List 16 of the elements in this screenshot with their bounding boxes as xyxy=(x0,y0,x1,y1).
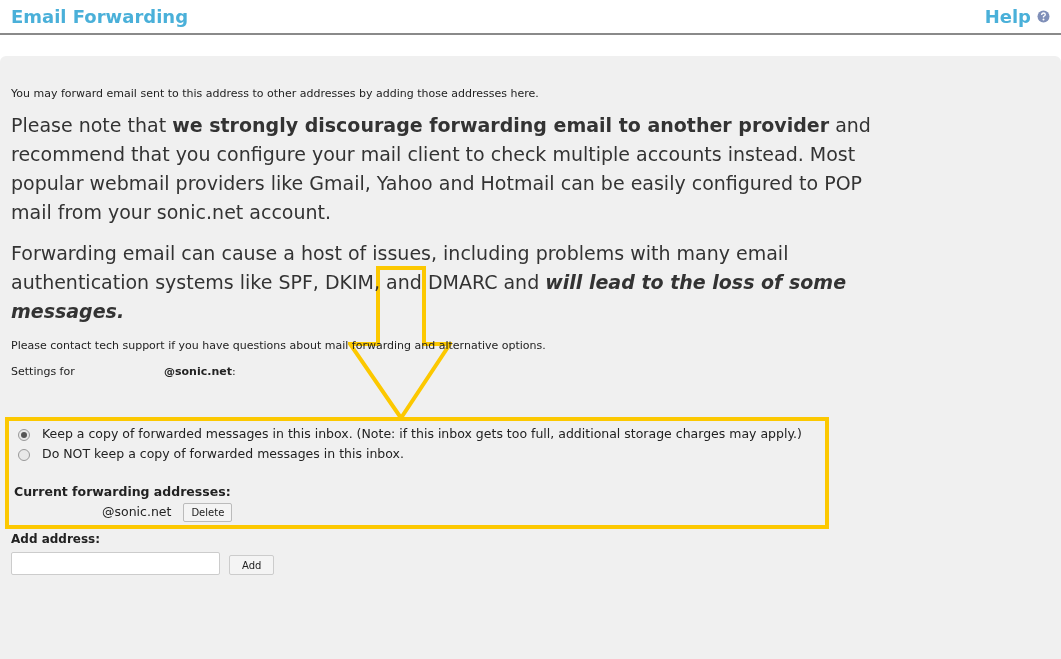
settings-label: Settings for xyxy=(11,364,76,380)
address-input[interactable] xyxy=(11,551,220,575)
radio-label: Do NOT keep a copy of forwarded messages in this inbox. xyxy=(42,445,404,464)
delete-button[interactable]: Delete xyxy=(183,503,233,523)
intro-text: You may forward email sent to this address to other addresses by adding those addresses here. xyxy=(11,86,540,102)
radio-label: Keep a copy of forwarded messages in this inbox. (Note: if this inbox gets too full, additional storage charges may apply.) xyxy=(42,425,802,444)
add-button[interactable]: Add xyxy=(229,555,275,576)
notice-paragraph: Please note that we strongly discourage forwarding email to another provider and recommend that you configure your mail client to check multiple accounts instead. Most popular webmail providers like Gmail, Yahoo and Hotmail can be easily configured to POP mail from your sonic.net account. xyxy=(11,112,872,225)
add-label: Add address: xyxy=(11,531,102,549)
forwarding-address: @sonic.net xyxy=(102,503,172,522)
current-heading: Current forwarding addresses: xyxy=(14,482,232,501)
radio-button[interactable] xyxy=(18,428,30,441)
help-icon[interactable] xyxy=(1037,10,1050,23)
radio-button[interactable] xyxy=(18,448,30,461)
settings-address: @sonic.net: xyxy=(164,364,236,380)
page-title: Email Forwarding xyxy=(11,5,189,29)
